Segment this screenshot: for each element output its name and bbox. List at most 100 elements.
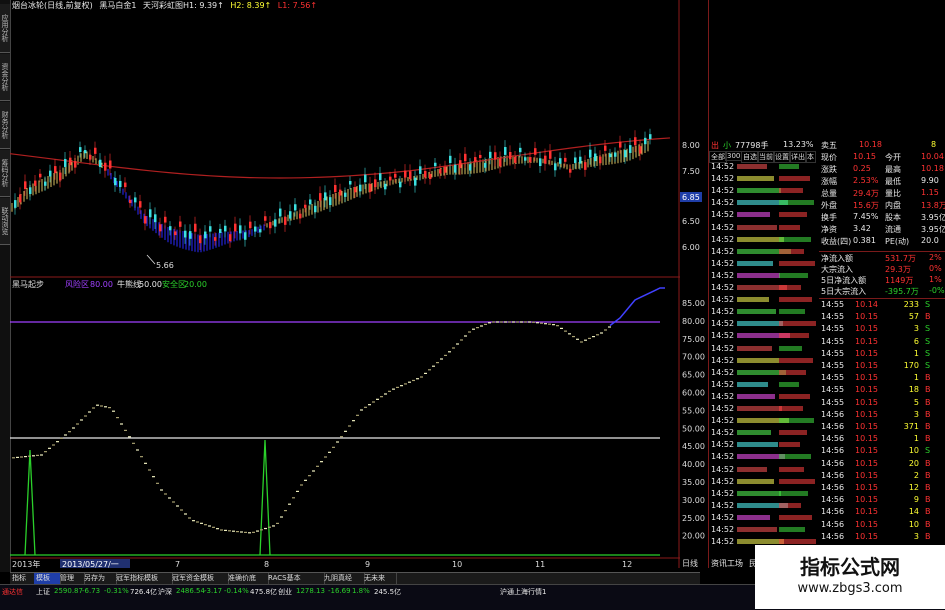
candle-body — [354, 187, 357, 193]
candle-body — [329, 197, 332, 206]
candle-body — [604, 145, 607, 151]
tick-flag: B — [925, 531, 931, 541]
candle-body — [534, 148, 537, 155]
indicator-tab[interactable]: 九阴真经 — [322, 573, 365, 584]
candle-body — [304, 204, 307, 208]
indicator-tab[interactable]: 准确价底 — [226, 573, 269, 584]
fund-flow-table: 净流入额 531.7万 2% 大宗流入 29.3万 0% 5日净流入额 1149万 1% 5日大宗… — [821, 253, 945, 299]
candle-body — [114, 177, 117, 186]
candle-body — [139, 201, 142, 208]
cy-index: 1278.13 — [296, 587, 325, 595]
left-tab-4[interactable]: 联动浏览 — [0, 198, 10, 245]
candle-body — [484, 162, 487, 168]
candle-body — [574, 157, 577, 163]
tick-flag: B — [925, 470, 931, 480]
left-tab-3[interactable]: 筹码分析 — [0, 150, 10, 197]
candle-body — [459, 160, 462, 169]
tick-flag: S — [925, 300, 931, 309]
flow-label: 净流入额 — [821, 254, 853, 263]
candle-body — [614, 152, 617, 157]
chart-title-bar: 烟台冰轮(日线,前复权) 黑马白金1 天河彩虹图H1: 9.39↑ H2: 8.… — [12, 0, 321, 11]
news-tag-blur — [779, 418, 814, 424]
tick-price: 10.15 — [855, 446, 878, 456]
tick-time: 14:55 — [821, 312, 845, 322]
news-headline-blur — [737, 539, 784, 545]
indicator-tab[interactable]: 模板 — [34, 573, 61, 584]
candle-body — [404, 170, 407, 178]
indicator-tick: 55.00 — [682, 406, 705, 415]
candle-body — [169, 226, 172, 231]
tick-time: 14:55 — [821, 336, 845, 346]
tick-price: 10.15 — [855, 409, 878, 419]
news-headline-blur — [737, 393, 775, 399]
quote-value-2: 1.15 — [921, 188, 939, 197]
news-time: 14:52 — [711, 512, 735, 522]
candle-body — [119, 180, 122, 188]
tick-list: 14:55 10.14 233 S 14:55 10.15 57 B 14:55 10.15 3 S 1… — [821, 300, 945, 550]
app-label[interactable]: 通达信 — [2, 587, 23, 597]
indicator-tick: 30.00 — [682, 496, 705, 505]
news-tag-blur — [779, 164, 799, 169]
candle-body — [54, 166, 57, 174]
tick-volume: 20 — [908, 458, 919, 468]
tick-price: 10.15 — [855, 470, 878, 480]
news-time: 14:52 — [711, 307, 735, 317]
indicator-tick: 45.00 — [682, 442, 705, 451]
tick-flag: B — [925, 422, 931, 431]
news-tag-blur — [779, 297, 812, 303]
tick-price: 10.15 — [855, 397, 878, 407]
news-tag-blur — [779, 248, 804, 254]
tick-time: 14:56 — [821, 409, 845, 419]
tick-flag: B — [925, 312, 931, 322]
news-time: 14:52 — [711, 379, 735, 389]
indicator-tab[interactable]: 冠军指标模板 — [114, 573, 173, 584]
tick-volume: 371 — [903, 422, 919, 431]
left-tab-0[interactable]: 应用分析 — [0, 4, 10, 53]
indicator-tab[interactable]: RACS基本 — [266, 573, 325, 584]
news-tag-blur — [779, 212, 807, 218]
indicator-tab[interactable]: 管理 — [58, 573, 85, 584]
quote-label-2: 最高 — [885, 165, 901, 174]
x-axis-month-11: 11 — [535, 560, 545, 568]
panel-bottom-a[interactable]: 资讯工场 — [711, 558, 743, 569]
indicator-tab[interactable]: 无未来 — [362, 573, 397, 584]
news-time: 14:52 — [711, 270, 735, 280]
left-tab-2[interactable]: 财务分析 — [0, 102, 10, 149]
candle-body — [144, 216, 147, 224]
news-headline-blur — [737, 236, 784, 242]
kline-chart[interactable]: 5.66 黑马起步 风险区 80.00 牛熊线 50.00 安全区 20.00 … — [10, 0, 680, 568]
candle-body — [644, 137, 647, 145]
news-tag-blur — [779, 200, 814, 206]
tick-flag: S — [925, 348, 931, 358]
connection-status[interactable]: 沪通上海行情1 — [500, 587, 546, 597]
news-headline-blur — [737, 176, 774, 182]
flow-pct: -0% — [929, 286, 945, 295]
candle-body — [514, 156, 517, 163]
news-headline-blur — [737, 442, 778, 448]
candle-body — [454, 164, 457, 173]
news-time: 14:52 — [711, 464, 735, 474]
news-time: 14:52 — [711, 525, 735, 534]
news-tag-blur — [779, 454, 811, 460]
indicator-tab[interactable]: 冠军资金模板 — [170, 573, 229, 584]
candle-body — [379, 173, 382, 181]
indicator-tab[interactable]: 指标 — [10, 573, 37, 584]
candle-body — [324, 192, 327, 201]
candle-body — [499, 158, 502, 167]
news-tag-blur — [779, 430, 807, 436]
candle-body — [584, 162, 587, 170]
tick-flag: B — [925, 385, 931, 395]
flow-pct: 2% — [929, 253, 942, 262]
tick-filter-tab[interactable]: 300 — [725, 151, 743, 161]
candle-body — [569, 168, 572, 173]
indicator-tab[interactable]: 另存为 — [82, 573, 117, 584]
news-time: 14:52 — [711, 174, 735, 184]
candle-body — [274, 219, 277, 227]
quote-value-2: 9.90 — [921, 176, 939, 185]
left-tab-1[interactable]: 资金分析 — [0, 54, 10, 101]
candle-body — [199, 235, 202, 244]
news-headline-blur — [737, 224, 777, 230]
candle-body — [264, 216, 267, 221]
candle-body — [424, 170, 427, 178]
tick-price: 10.15 — [855, 422, 878, 431]
